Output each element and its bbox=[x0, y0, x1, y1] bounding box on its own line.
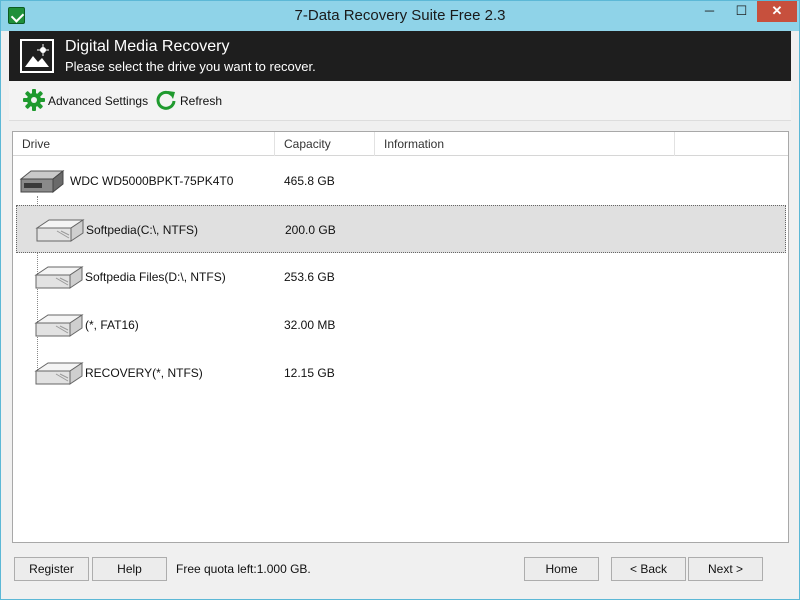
page-subtitle: Please select the drive you want to reco… bbox=[65, 59, 316, 74]
column-drive[interactable]: Drive bbox=[13, 132, 275, 156]
partition-icon bbox=[35, 218, 85, 247]
column-capacity[interactable]: Capacity bbox=[275, 132, 375, 156]
drive-capacity: 32.00 MB bbox=[284, 318, 336, 332]
partition-icon bbox=[34, 361, 84, 390]
help-button[interactable]: Help bbox=[92, 557, 167, 581]
drive-list[interactable]: Drive Capacity Information WDC WD5000BPK… bbox=[12, 131, 789, 543]
drive-name: Softpedia Files(D:\, NTFS) bbox=[85, 270, 226, 284]
drive-capacity: 465.8 GB bbox=[284, 174, 335, 188]
home-button[interactable]: Home bbox=[524, 557, 599, 581]
drive-row-disk[interactable]: WDC WD5000BPKT-75PK4T0 465.8 GB bbox=[13, 157, 788, 205]
header-banner: Digital Media Recovery Please select the… bbox=[9, 31, 791, 81]
column-information[interactable]: Information bbox=[375, 132, 675, 156]
minimize-button[interactable]: ─ bbox=[696, 1, 723, 22]
back-button[interactable]: < Back bbox=[611, 557, 686, 581]
partition-icon bbox=[34, 313, 84, 342]
hard-disk-icon bbox=[19, 169, 65, 198]
refresh-label: Refresh bbox=[180, 94, 223, 108]
image-icon bbox=[20, 39, 54, 73]
refresh-icon bbox=[155, 89, 177, 114]
page-title: Digital Media Recovery bbox=[65, 38, 230, 55]
register-button[interactable]: Register bbox=[14, 557, 89, 581]
drive-capacity: 12.15 GB bbox=[284, 366, 335, 380]
drive-name: RECOVERY(*, NTFS) bbox=[85, 366, 203, 380]
drive-row-partition[interactable]: (*, FAT16) 32.00 MB bbox=[13, 301, 788, 349]
next-button[interactable]: Next > bbox=[688, 557, 763, 581]
maximize-button[interactable]: ☐ bbox=[728, 1, 755, 22]
drive-row-partition[interactable]: RECOVERY(*, NTFS) 12.15 GB bbox=[13, 349, 788, 397]
toolbar: Advanced Settings Refresh bbox=[9, 81, 791, 121]
refresh-button[interactable]: Refresh bbox=[155, 90, 222, 112]
gear-icon bbox=[23, 88, 45, 114]
drive-name: (*, FAT16) bbox=[85, 318, 139, 332]
drive-capacity: 200.0 GB bbox=[285, 223, 336, 237]
advanced-settings-button[interactable]: Advanced Settings bbox=[23, 88, 149, 114]
drive-row-partition[interactable]: Softpedia Files(D:\, NTFS) 253.6 GB bbox=[13, 253, 788, 301]
quota-status: Free quota left:1.000 GB. bbox=[176, 562, 311, 576]
drive-name: Softpedia(C:\, NTFS) bbox=[86, 223, 199, 237]
app-window: 7-Data Recovery Suite Free 2.3 ─ ☐ ✕ Dig… bbox=[0, 0, 800, 600]
advanced-settings-label: Advanced Settings bbox=[48, 94, 149, 108]
title-bar[interactable]: 7-Data Recovery Suite Free 2.3 ─ ☐ ✕ bbox=[1, 1, 799, 31]
drive-name: WDC WD5000BPKT-75PK4T0 bbox=[70, 174, 234, 188]
window-title: 7-Data Recovery Suite Free 2.3 bbox=[294, 7, 506, 24]
drive-capacity: 253.6 GB bbox=[284, 270, 335, 284]
column-header-row: Drive Capacity Information bbox=[13, 132, 788, 156]
partition-icon bbox=[34, 265, 84, 294]
close-button[interactable]: ✕ bbox=[757, 1, 797, 22]
drive-row-partition[interactable]: Softpedia(C:\, NTFS) 200.0 GB bbox=[16, 205, 786, 253]
